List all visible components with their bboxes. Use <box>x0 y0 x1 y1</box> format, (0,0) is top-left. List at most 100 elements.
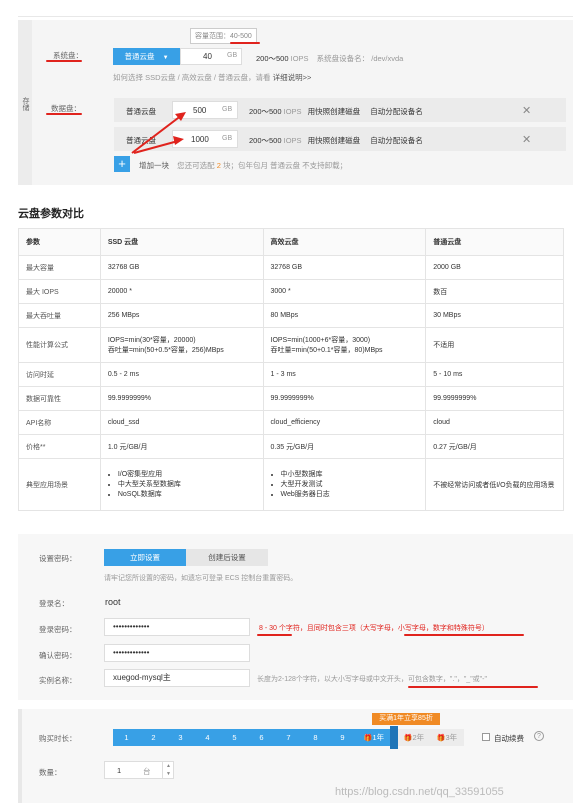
year-2-label: 2年 <box>412 733 425 742</box>
list-item: Web服务器日志 <box>281 490 419 500</box>
auto-renew-checkbox[interactable] <box>482 733 490 741</box>
system-disk-iops: 200～500 IOPS 系统盘设备名： /dev/xvda <box>256 53 403 64</box>
snapshot-option[interactable]: 用快照创建磁盘 <box>308 136 361 145</box>
table-cell: 1 - 3 ms <box>262 362 427 387</box>
table-cell: 1.0 元/GB/月 <box>99 434 264 459</box>
quantity-unit: 台 <box>143 767 151 776</box>
device-name-option[interactable]: 自动分配设备名 <box>370 107 423 116</box>
list-item: 大型开发测试 <box>281 480 419 490</box>
password-label: 设置密码： <box>39 554 77 563</box>
table-cell: I/O密集型应用 中大型关系型数据库 NoSQL数据库 <box>99 458 264 511</box>
month-option-2[interactable]: 2 <box>140 729 167 746</box>
year-1-label: 1年 <box>372 733 385 742</box>
add-disk-button[interactable]: + <box>114 156 130 172</box>
quantity-stepper[interactable]: 1 台 ▲ ▼ <box>104 761 174 779</box>
disk-help-link[interactable]: 详细说明>> <box>273 73 312 82</box>
add-disk-note-prefix: 您还可选配 <box>177 161 215 170</box>
table-cell: 5 - 10 ms <box>425 362 564 387</box>
year-option-1[interactable]: 🎁1年 <box>356 729 392 746</box>
system-disk-unit: GB <box>227 52 238 59</box>
month-option-5[interactable]: 5 <box>221 729 248 746</box>
table-cell: cloud_ssd <box>99 410 264 435</box>
data-disk-iops: 200～500 <box>249 107 282 116</box>
year-option-2[interactable]: 🎁2年 <box>398 729 430 746</box>
table-cell: 20000 * <box>99 279 264 304</box>
system-disk-device-value: /dev/xvda <box>371 54 404 63</box>
tab-set-now[interactable]: 立即设置 <box>104 549 186 566</box>
system-disk-type-select[interactable]: 普通云盘 ▼ <box>113 48 180 65</box>
month-option-8[interactable]: 8 <box>302 729 329 746</box>
comparison-title: 云盘参数对比 <box>18 208 84 220</box>
table-row: 最大吞吐量 256 MBps 80 MBps 30 MBps <box>18 303 564 328</box>
formula-line: 吞吐量=min(50+0.1*容量，80)MBps <box>270 347 383 354</box>
duration-label: 购买时长： <box>39 734 77 743</box>
table-cell: 数百 <box>425 279 564 304</box>
snapshot-option[interactable]: 用快照创建磁盘 <box>308 107 361 116</box>
table-cell: API名称 <box>18 410 101 435</box>
table-cell: 32768 GB <box>99 255 264 280</box>
table-cell: 不被经常访问或者低I/O负载的应用场景 <box>425 458 564 511</box>
list-item: I/O密集型应用 <box>118 470 256 480</box>
confirm-password-input[interactable]: ••••••••••••• <box>104 644 250 662</box>
table-cell: cloud <box>425 410 564 435</box>
year-option-3[interactable]: 🎁3年 <box>430 729 464 746</box>
table-cell: 99.9999999% <box>425 386 564 411</box>
table-cell: 0.5 - 2 ms <box>99 362 264 387</box>
month-option-4[interactable]: 4 <box>194 729 221 746</box>
login-password-hint: 8 - 30 个字符，且同时包含三项（大写字母，小写字母，数字和特殊符号） <box>259 625 489 632</box>
month-option-1[interactable]: 1 <box>113 729 140 746</box>
login-password-input[interactable]: ••••••••••••• <box>104 618 250 636</box>
system-disk-iops-value: 200～500 <box>256 54 289 63</box>
column-header: 参数 <box>18 228 101 256</box>
formula-line: IOPS=min(30*容量，20000) <box>107 337 196 344</box>
month-option-3[interactable]: 3 <box>167 729 194 746</box>
login-name-value: root <box>105 597 121 607</box>
column-header: 普通云盘 <box>425 228 564 256</box>
data-disk-unit: GB <box>222 106 233 113</box>
system-disk-size-input[interactable]: 40 GB <box>180 48 242 65</box>
table-cell: 0.27 元/GB/月 <box>425 434 564 459</box>
month-option-7[interactable]: 7 <box>275 729 302 746</box>
chevron-down-icon: ▼ <box>162 55 169 61</box>
disk-help-text: 如何选择 SSD云盘 / 高效云盘 / 普通云盘，请看 详细说明>> <box>113 72 311 83</box>
device-name-option[interactable]: 自动分配设备名 <box>370 136 423 145</box>
add-disk-count: 2 <box>216 161 221 170</box>
auto-renew-label: 自动续费 <box>494 734 524 743</box>
instance-name-input[interactable]: xuegod-mysql主 <box>104 669 250 687</box>
table-row: 价格** 1.0 元/GB/月 0.35 元/GB/月 0.27 元/GB/月 <box>18 434 564 459</box>
help-icon[interactable]: ? <box>534 731 544 741</box>
table-cell: IOPS=min(1000+6*容量，3000) 吞吐量=min(50+0.1*… <box>262 327 427 363</box>
stepper-arrows-icon[interactable]: ▲ ▼ <box>162 762 174 778</box>
tab-set-later[interactable]: 创建后设置 <box>186 549 268 566</box>
annotation-arrows <box>131 112 186 154</box>
close-icon[interactable]: ✕ <box>522 104 531 117</box>
table-header-row: 参数 SSD 云盘 高效云盘 普通云盘 <box>18 228 564 256</box>
table-cell: 最大 IOPS <box>18 279 101 304</box>
year-3-label: 3年 <box>445 733 458 742</box>
add-disk-label[interactable]: 增加一块 <box>139 161 169 170</box>
gift-icon: 🎁 <box>436 735 446 742</box>
month-option-9[interactable]: 9 <box>329 729 356 746</box>
table-cell: 最大容量 <box>18 255 101 280</box>
table-cell: 2000 GB <box>425 255 564 280</box>
table-cell: 99.9999999% <box>262 386 427 411</box>
purchase-side-bar <box>18 709 22 803</box>
table-cell: 30 MBps <box>425 303 564 328</box>
table-cell: 80 MBps <box>262 303 427 328</box>
table-cell: 99.9999999% <box>99 386 264 411</box>
month-option-6[interactable]: 6 <box>248 729 275 746</box>
table-cell: 典型应用场景 <box>18 458 101 511</box>
gift-icon: 🎁 <box>363 735 373 742</box>
quantity-value: 1 <box>117 766 122 775</box>
close-icon[interactable]: ✕ <box>522 133 531 146</box>
formula-line: 吞吐量=min(50+0.5*容量，256)MBps <box>107 347 224 354</box>
duration-slider-handle[interactable] <box>390 726 398 749</box>
password-note: 请牢记您所设置的密码，如遗忘可登录 ECS 控制台重置密码。 <box>104 575 298 582</box>
annotation-underline <box>257 634 292 636</box>
system-disk-device-label: 系统盘设备名： <box>316 54 370 63</box>
annotation-underline <box>408 686 538 688</box>
table-row: 典型应用场景 I/O密集型应用 中大型关系型数据库 NoSQL数据库 中小型数据… <box>18 458 564 511</box>
table-cell: 中小型数据库 大型开发测试 Web服务器日志 <box>262 458 427 511</box>
instance-name-label: 实例名称： <box>39 676 77 685</box>
system-disk-size-value: 40 <box>203 52 212 61</box>
